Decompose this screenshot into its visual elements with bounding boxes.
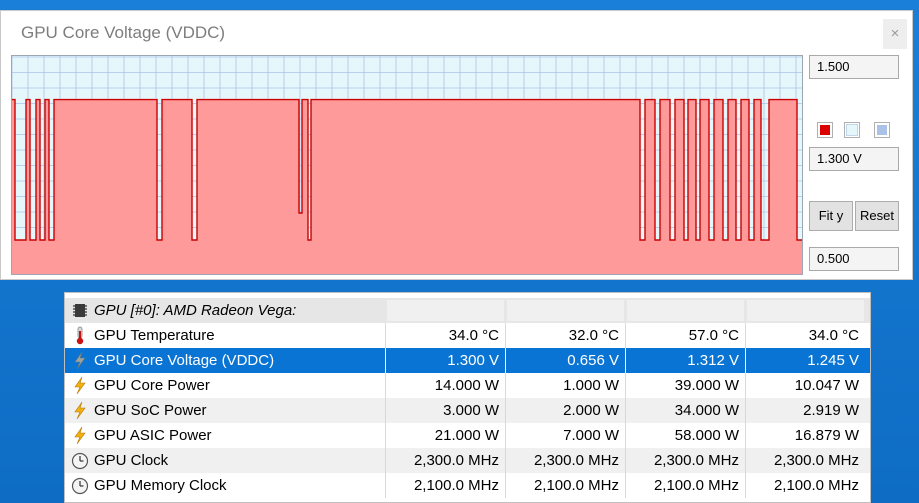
background-color-swatch[interactable] xyxy=(844,122,860,138)
sensor-label: GPU ASIC Power xyxy=(94,427,212,444)
graph-window: GPU Core Voltage (VDDC) × 1.500 1.300 V … xyxy=(0,10,913,280)
sensor-row[interactable]: GPU Core Voltage (VDDC) 1.300 V 0.656 V 1.3… xyxy=(65,348,870,373)
sensor-label: GPU Core Power xyxy=(94,377,210,394)
average-value: 2,300.0 MHz xyxy=(773,452,859,469)
average-value: 16.879 W xyxy=(794,427,859,444)
sensor-row[interactable]: GPU SoC Power 3.000 W 2.000 W 34.000 W 2.919… xyxy=(65,398,870,423)
sensor-table: GPU [#0]: AMD Radeon Vega: GPU Temperatu… xyxy=(64,292,871,503)
average-value: 2,100.0 MHz xyxy=(773,477,859,494)
sensor-group-header[interactable]: GPU [#0]: AMD Radeon Vega: xyxy=(65,298,870,323)
average-value: 34.0 °C xyxy=(808,327,859,344)
sensor-label: GPU Memory Clock xyxy=(94,477,227,494)
gpu-name-header: GPU [#0]: AMD Radeon Vega: xyxy=(94,302,297,319)
maximum-value: 57.0 °C xyxy=(688,327,739,344)
sensor-label: GPU Core Voltage (VDDC) xyxy=(94,352,275,369)
minimum-value: 32.0 °C xyxy=(568,327,619,344)
power-bolt-icon xyxy=(74,401,86,420)
light-cyan-color-icon xyxy=(846,124,858,136)
maximum-value: 34.000 W xyxy=(674,402,739,419)
maximum-value: 39.000 W xyxy=(674,377,739,394)
close-button[interactable]: × xyxy=(883,19,907,49)
voltage-bolt-icon xyxy=(74,351,86,370)
maximum-value: 2,100.0 MHz xyxy=(653,477,739,494)
clock-icon xyxy=(71,452,89,470)
gpu-chip-icon xyxy=(73,304,87,317)
power-bolt-icon xyxy=(74,426,86,445)
fit-y-button[interactable]: Fit y xyxy=(809,201,853,231)
current-value: 2,100.0 MHz xyxy=(413,477,499,494)
thermometer-icon xyxy=(76,326,84,345)
minimum-value: 7.000 W xyxy=(563,427,619,444)
line-color-swatch[interactable] xyxy=(817,122,833,138)
average-value: 2.919 W xyxy=(803,402,859,419)
sensor-row[interactable]: GPU Core Power 14.000 W 1.000 W 39.000 W 10.… xyxy=(65,373,870,398)
y-max-field[interactable]: 1.500 xyxy=(809,55,899,79)
maximum-value: 1.312 V xyxy=(687,352,739,369)
sensor-row[interactable]: GPU Memory Clock 2,100.0 MHz 2,100.0 MHz 2,… xyxy=(65,473,870,498)
minimum-value: 2,300.0 MHz xyxy=(533,452,619,469)
sensor-label: GPU SoC Power xyxy=(94,402,207,419)
clock-icon xyxy=(71,477,89,495)
reset-button[interactable]: Reset xyxy=(855,201,899,231)
voltage-chart-svg xyxy=(12,56,802,274)
sensor-row[interactable]: GPU ASIC Power 21.000 W 7.000 W 58.000 W 16.… xyxy=(65,423,870,448)
current-value: 21.000 W xyxy=(434,427,499,444)
current-value: 3.000 W xyxy=(443,402,499,419)
maximum-value: 2,300.0 MHz xyxy=(653,452,739,469)
minimum-value: 2.000 W xyxy=(563,402,619,419)
power-bolt-icon xyxy=(74,376,86,395)
window-title: GPU Core Voltage (VDDC) xyxy=(21,23,226,42)
sensor-label: GPU Clock xyxy=(94,452,169,469)
current-value: 34.0 °C xyxy=(448,327,499,344)
average-value: 1.245 V xyxy=(807,352,859,369)
y-min-field[interactable]: 0.500 xyxy=(809,247,899,271)
current-value: 2,300.0 MHz xyxy=(413,452,499,469)
current-value-field: 1.300 V xyxy=(809,147,899,171)
minimum-value: 0.656 V xyxy=(567,352,619,369)
current-value: 1.300 V xyxy=(447,352,499,369)
sensor-label: GPU Temperature xyxy=(94,327,215,344)
red-color-icon xyxy=(820,125,830,135)
grid-color-swatch[interactable] xyxy=(874,122,890,138)
blue-color-icon xyxy=(877,125,887,135)
sensor-row[interactable]: GPU Clock 2,300.0 MHz 2,300.0 MHz 2,300.0 M… xyxy=(65,448,870,473)
current-value: 14.000 W xyxy=(434,377,499,394)
voltage-graph xyxy=(11,55,803,275)
minimum-value: 2,100.0 MHz xyxy=(533,477,619,494)
sensor-row[interactable]: GPU Temperature 34.0 °C 32.0 °C 57.0 °C 34.0… xyxy=(65,323,870,348)
average-value: 10.047 W xyxy=(794,377,859,394)
minimum-value: 1.000 W xyxy=(563,377,619,394)
maximum-value: 58.000 W xyxy=(674,427,739,444)
